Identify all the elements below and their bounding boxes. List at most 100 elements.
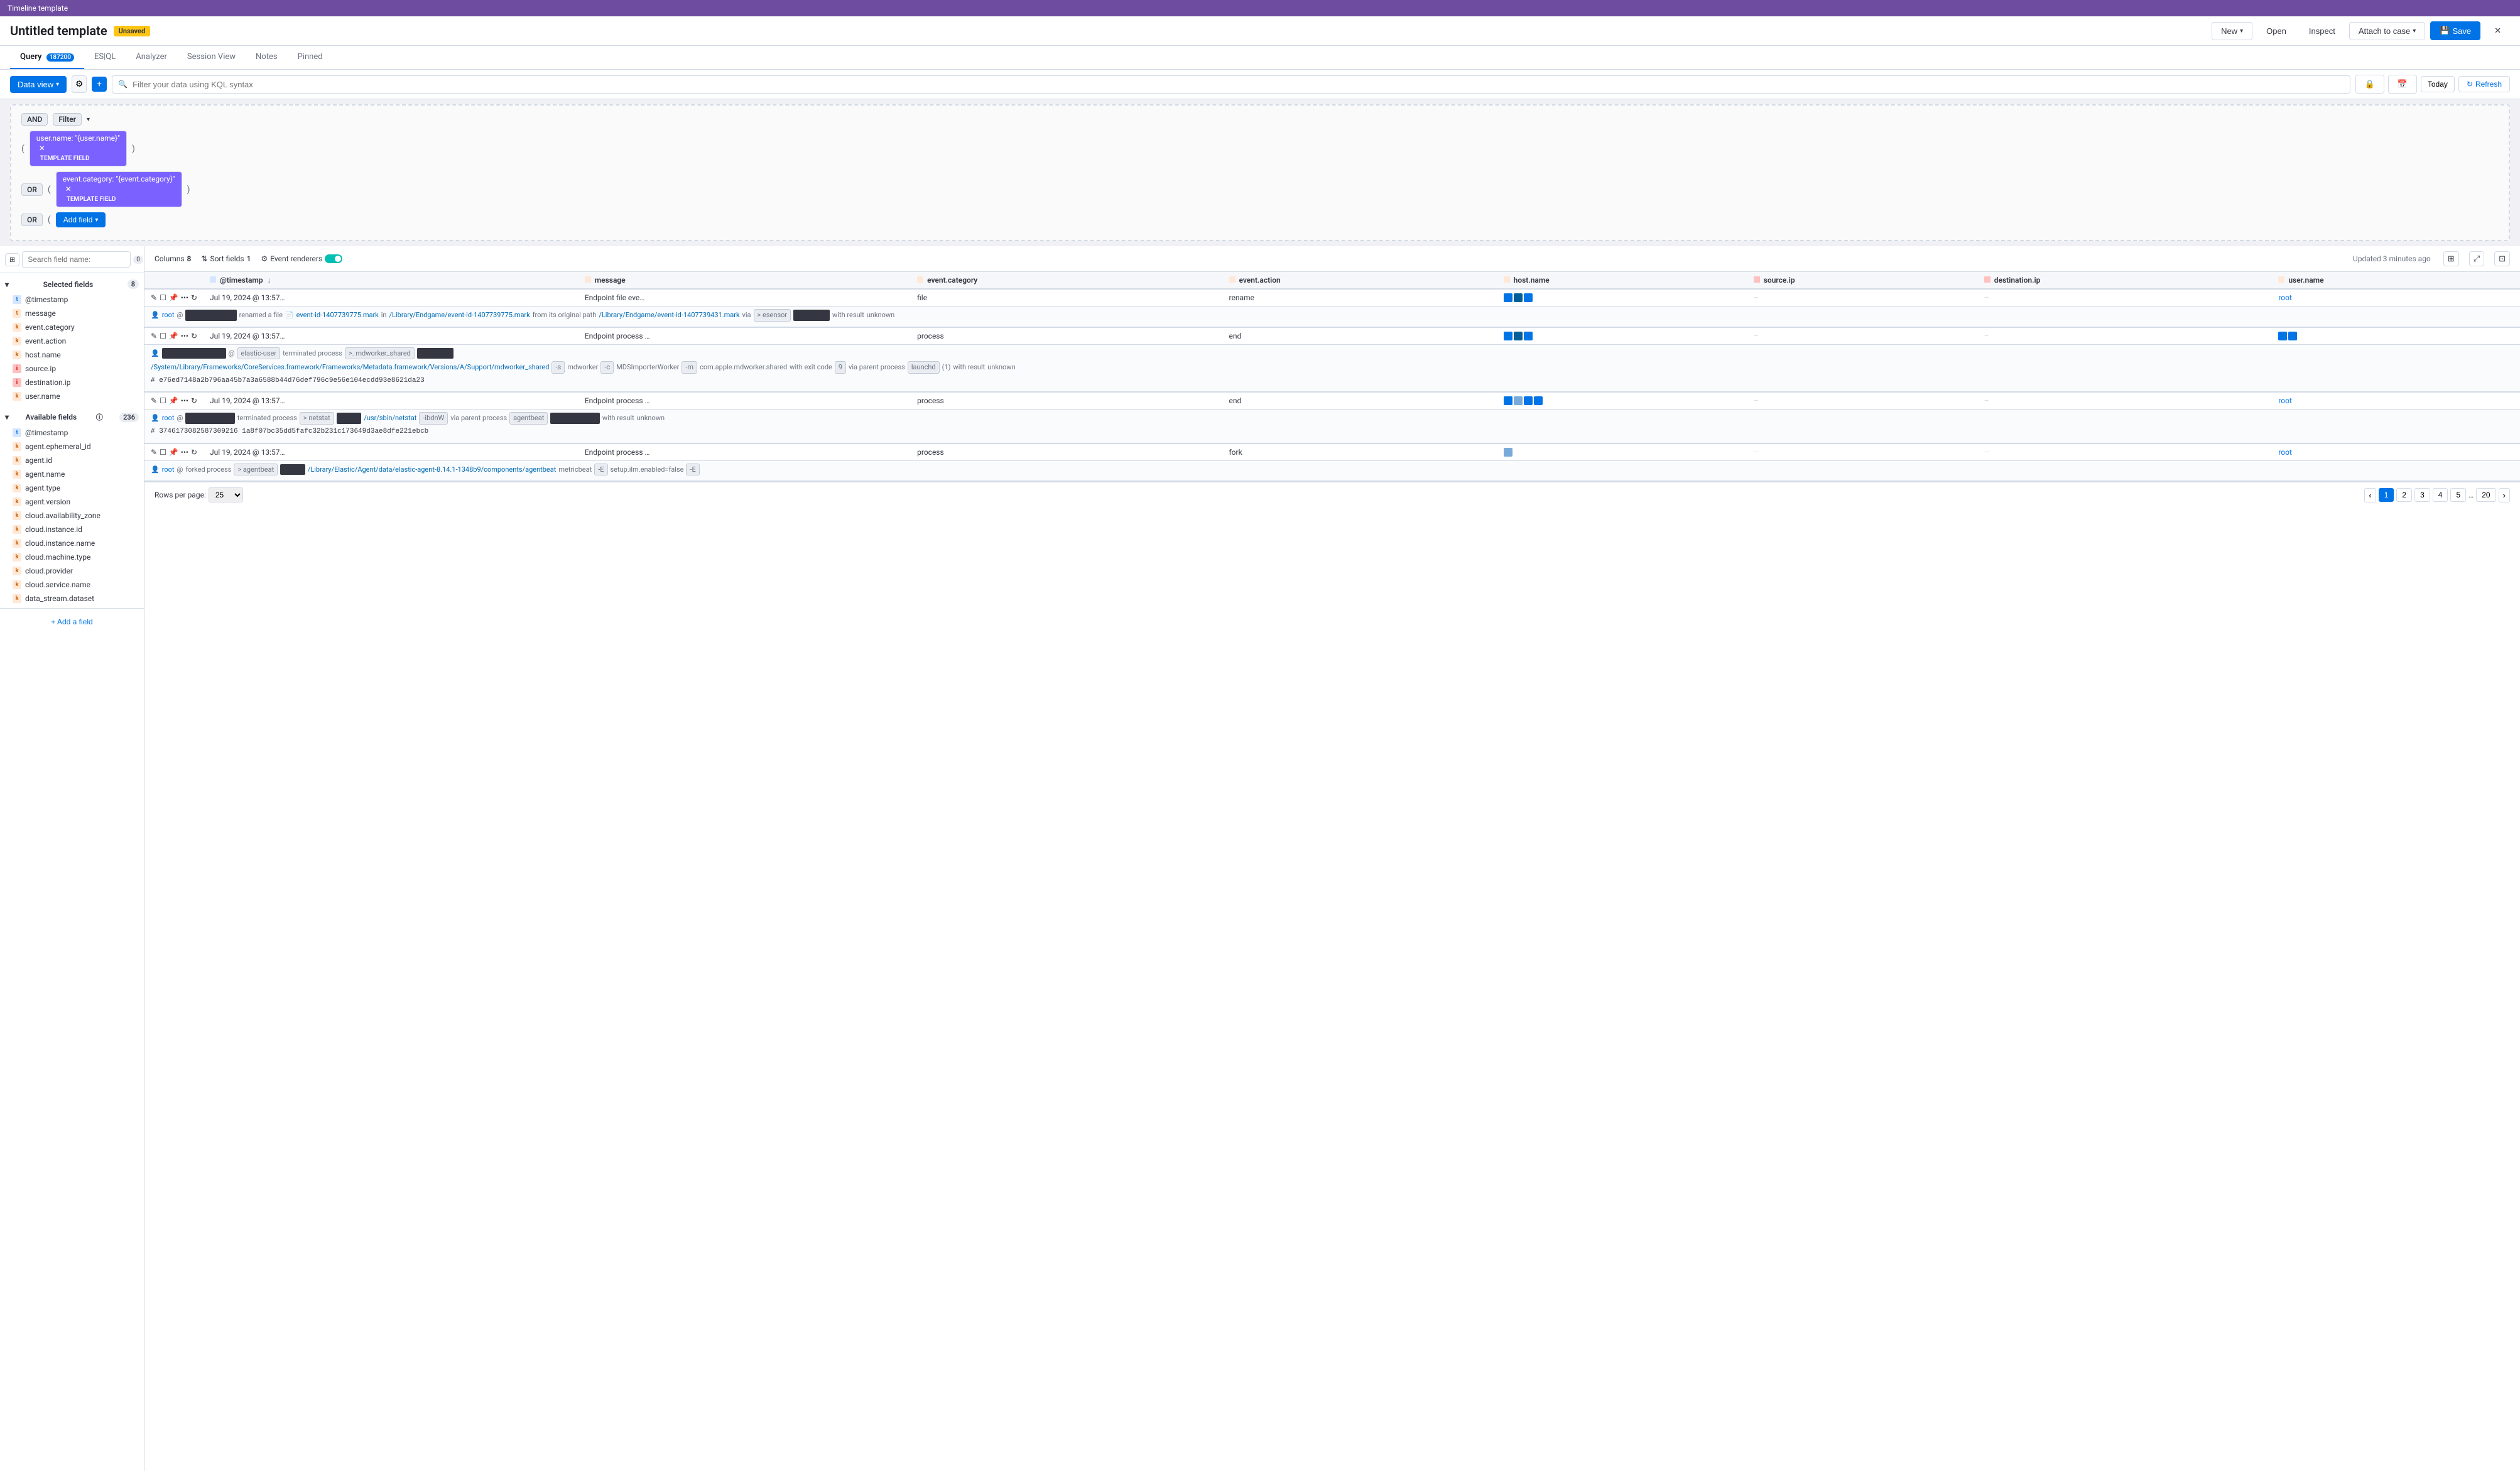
field-item-user-name[interactable]: k user.name [0, 389, 144, 403]
add-a-field-button[interactable]: + Add a field [5, 614, 139, 630]
tab-query[interactable]: Query 187200 [10, 46, 84, 69]
edit-icon[interactable]: ✎ [151, 332, 157, 340]
filter-pill-1[interactable]: user.name: "{user.name}" ✕ TEMPLATE FIEL… [30, 131, 127, 166]
th-event-action[interactable]: event.action [1223, 272, 1497, 289]
field-item-avail-cloud-provider[interactable]: k cloud.provider [0, 564, 144, 578]
field-item-event-category[interactable]: k event.category [0, 320, 144, 334]
pin-icon[interactable]: 📌 [169, 396, 178, 405]
checkbox[interactable]: ☐ [160, 396, 166, 405]
filter-pill-2[interactable]: event.category: "{event.category}" ✕ TEM… [56, 171, 182, 207]
tab-notes[interactable]: Notes [246, 46, 288, 69]
attach-to-case-button[interactable]: Attach to case ▾ [2349, 22, 2425, 40]
sort-fields-control[interactable]: ⇅ Sort fields 1 [201, 254, 251, 263]
add-filter-button[interactable]: + [92, 77, 107, 92]
edit-icon[interactable]: ✎ [151, 448, 157, 457]
search-input[interactable] [112, 75, 2350, 94]
data-view-button[interactable]: Data view ▾ [10, 76, 67, 93]
page-3-button[interactable]: 3 [2414, 488, 2430, 502]
grid-view-button[interactable]: ⊞ [2443, 251, 2459, 266]
prev-page-button[interactable]: ‹ [2364, 488, 2376, 502]
th-event-category[interactable]: event.category [911, 272, 1222, 289]
tab-analyzer[interactable]: Analyzer [126, 46, 177, 69]
th-user-name[interactable]: user.name [2272, 272, 2520, 289]
th-source-ip[interactable]: source.ip [1747, 272, 1978, 289]
pin-icon[interactable]: 📌 [169, 293, 178, 302]
pin-icon[interactable]: 📌 [169, 332, 178, 340]
checkbox[interactable]: ☐ [160, 448, 166, 457]
th-message[interactable]: message [578, 272, 911, 289]
tab-session-view[interactable]: Session View [177, 46, 246, 69]
field-item-avail-agent-ephemeral-id[interactable]: k agent.ephemeral_id [0, 440, 144, 453]
page-2-button[interactable]: 2 [2396, 488, 2412, 502]
pin-icon[interactable]: 📌 [169, 448, 178, 457]
more-icon[interactable]: ••• [181, 293, 188, 302]
field-item-event-action[interactable]: k event.action [0, 334, 144, 348]
last-page-button[interactable]: 20 [2476, 488, 2496, 502]
event-renderers-control[interactable]: ⚙ Event renderers [261, 254, 342, 263]
edit-icon[interactable]: ✎ [151, 293, 157, 302]
field-item-destination-ip[interactable]: i destination.ip [0, 376, 144, 389]
field-item-avail-agent-id[interactable]: k agent.id [0, 453, 144, 467]
expand-icon[interactable]: ↻ [191, 332, 197, 340]
tab-esql[interactable]: ES|QL [84, 46, 126, 69]
checkbox[interactable]: ☐ [160, 332, 166, 340]
event-renderers-toggle[interactable] [325, 254, 342, 263]
next-page-button[interactable]: › [2499, 488, 2510, 502]
close-icon[interactable]: ✕ [65, 185, 175, 193]
more-icon[interactable]: ••• [181, 332, 188, 340]
available-fields-header[interactable]: ▾ Available fields ⓘ 236 [0, 408, 144, 426]
today-button[interactable]: Today [2421, 76, 2455, 92]
filter-label[interactable]: Filter [53, 113, 82, 126]
new-button[interactable]: New ▾ [2212, 22, 2252, 40]
sort-icon[interactable]: ↓ [268, 276, 271, 285]
top-bar: Timeline template [0, 0, 2520, 16]
more-icon[interactable]: ••• [181, 448, 188, 457]
field-item-avail-agent-version[interactable]: k agent.version [0, 495, 144, 509]
edit-icon[interactable]: ✎ [151, 396, 157, 405]
more-icon[interactable]: ••• [181, 396, 188, 405]
expand-icon[interactable]: ↻ [191, 293, 197, 302]
close-icon[interactable]: ✕ [39, 144, 120, 153]
sidebar-options-button[interactable]: ⊞ [5, 253, 19, 266]
field-item-avail-cloud-instance-name[interactable]: k cloud.instance.name [0, 536, 144, 550]
lock-icon-button[interactable]: 🔒 [2355, 75, 2384, 94]
checkbox[interactable]: ☐ [160, 293, 166, 302]
field-item-avail-cloud-az[interactable]: k cloud.availability_zone [0, 509, 144, 523]
field-item-avail-data-stream-dataset[interactable]: k data_stream.dataset [0, 592, 144, 605]
refresh-button[interactable]: ↻ Refresh [2458, 76, 2510, 92]
columns-control[interactable]: Columns 8 [155, 254, 191, 263]
selected-fields-header[interactable]: ▾ Selected fields 8 [0, 276, 144, 293]
th-host-name[interactable]: host.name [1497, 272, 1747, 289]
field-item-avail-cloud-instance-id[interactable]: k cloud.instance.id [0, 523, 144, 536]
field-item-avail-agent-type[interactable]: k agent.type [0, 481, 144, 495]
page-1-button[interactable]: 1 [2379, 488, 2394, 502]
field-item-avail-cloud-machine-type[interactable]: k cloud.machine.type [0, 550, 144, 564]
page-4-button[interactable]: 4 [2433, 488, 2448, 502]
add-field-button[interactable]: Add field ▾ [56, 212, 106, 227]
field-item-avail-cloud-service-name[interactable]: k cloud.service.name [0, 578, 144, 592]
fullscreen-button[interactable]: ⊡ [2494, 251, 2510, 266]
field-item-avail-agent-name[interactable]: k agent.name [0, 467, 144, 481]
calendar-button[interactable]: 📅 [2388, 75, 2417, 94]
page-5-button[interactable]: 5 [2450, 488, 2466, 502]
close-button[interactable]: ✕ [2485, 22, 2510, 40]
expand-icon[interactable]: ↻ [191, 396, 197, 405]
inspect-button[interactable]: Inspect [2300, 23, 2344, 40]
expand-button[interactable]: ⤢ [2469, 251, 2484, 266]
th-destination-ip[interactable]: destination.ip [1978, 272, 2273, 289]
rows-per-page-select[interactable]: 25 50 100 [209, 487, 243, 502]
sidebar-search-input[interactable] [22, 251, 131, 268]
field-item-timestamp[interactable]: t @timestamp [0, 293, 144, 307]
field-item-avail-timestamp[interactable]: t @timestamp [0, 426, 144, 440]
table-row: ✎ ☐ 📌 ••• ↻ Jul 19, 2024 @ 13:57… Endpoi… [144, 327, 2520, 345]
open-button[interactable]: Open [2257, 23, 2295, 40]
field-item-host-name[interactable]: k host.name [0, 348, 144, 362]
field-item-message[interactable]: t message [0, 307, 144, 320]
tab-pinned[interactable]: Pinned [288, 46, 333, 69]
th-timestamp[interactable]: @timestamp ↓ [204, 272, 578, 289]
expand-icon[interactable]: ↻ [191, 448, 197, 457]
save-button[interactable]: 💾 Save [2430, 21, 2480, 40]
keyword-type-icon: k [13, 553, 21, 562]
field-item-source-ip[interactable]: i source.ip [0, 362, 144, 376]
filter-button[interactable]: ⚙ [72, 75, 87, 93]
